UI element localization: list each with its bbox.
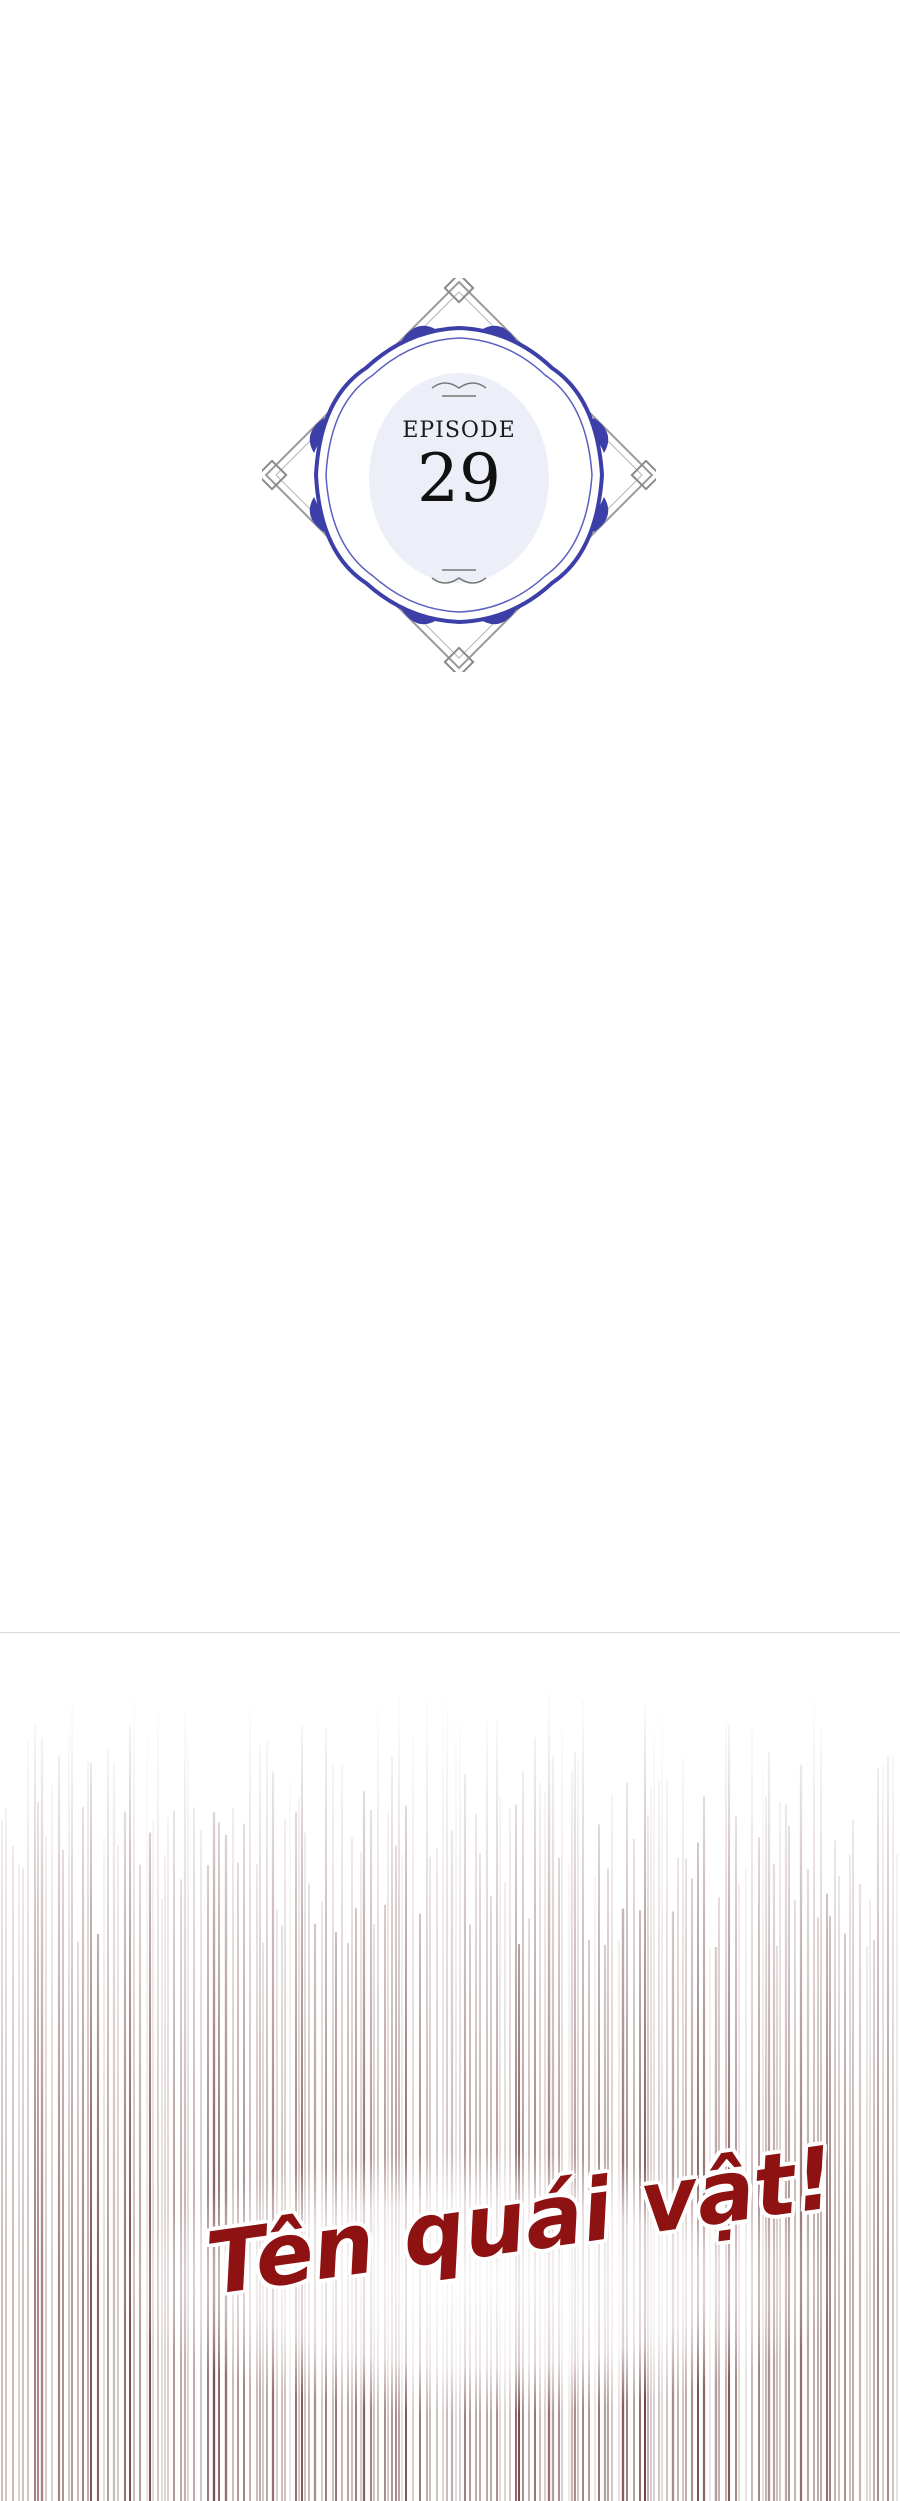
episode-emblem: EPISODE 29: [262, 278, 656, 672]
comic-panel: Tên quái vật!: [0, 1632, 900, 2501]
episode-number: 29: [417, 440, 501, 517]
